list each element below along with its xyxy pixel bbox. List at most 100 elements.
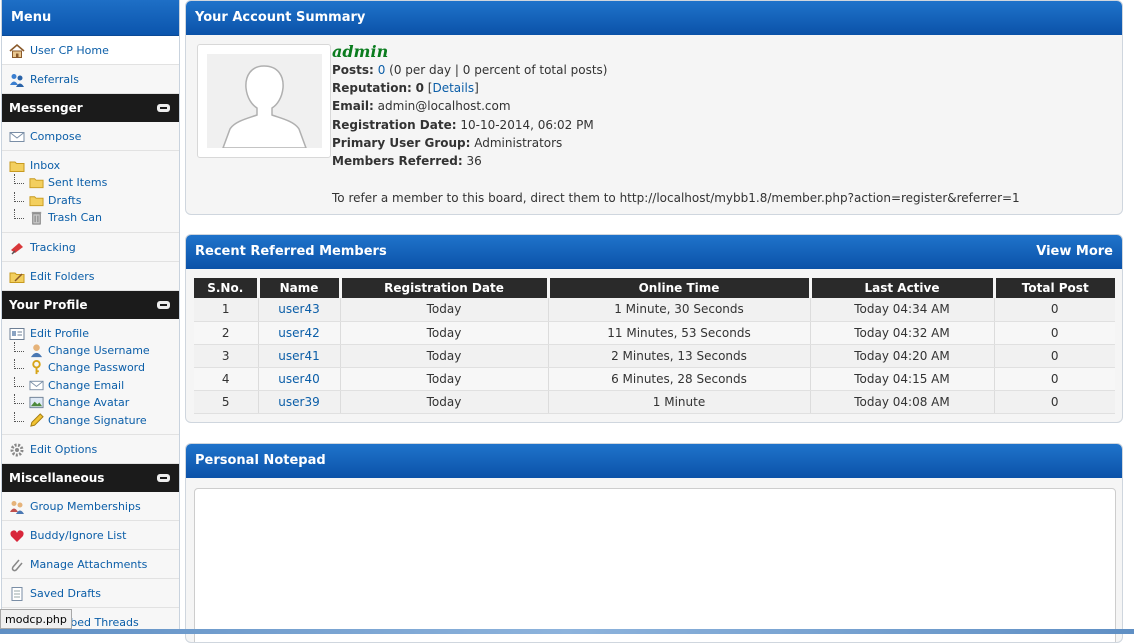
profile-card-icon: [9, 327, 25, 340]
posts-line: Posts: 0 (0 per day | 0 percent of total…: [332, 61, 1114, 79]
sidebar-item-referrals[interactable]: Referrals: [2, 65, 179, 94]
sidebar-item-label: Group Memberships: [30, 500, 141, 513]
table-row: 4 user40 Today 6 Minutes, 28 Seconds Tod…: [194, 367, 1115, 391]
sidebar-item-saved-drafts[interactable]: Saved Drafts: [2, 579, 179, 608]
sidebar-item-edit-folders[interactable]: Edit Folders: [2, 261, 179, 291]
sidebar: Menu User CP Home Referrals Messenger Co…: [1, 0, 180, 634]
avatar: [197, 44, 331, 158]
sidebar-subitem-label: Change Password: [48, 361, 145, 374]
sidebar-group-inbox: Inbox Sent Items Drafts Trash Can: [2, 151, 179, 233]
usergroup-value: Administrators: [474, 135, 563, 150]
sidebar-item-tracking[interactable]: Tracking: [2, 232, 179, 262]
sidebar-subitem-label: Change Avatar: [48, 396, 130, 409]
sidebar-title: Menu: [2, 0, 179, 36]
users-icon: [10, 74, 24, 87]
image-icon: [29, 396, 44, 409]
panel-header: Your Account Summary: [186, 1, 1122, 35]
cell-sno: 1: [194, 298, 259, 322]
folder-icon: [29, 178, 44, 189]
sidebar-item-buddy-ignore-list[interactable]: Buddy/Ignore List: [2, 521, 179, 550]
user-icon: [30, 343, 43, 357]
collapse-icon[interactable]: [157, 474, 170, 482]
default-avatar-icon: [207, 54, 322, 149]
sidebar-item-group-memberships[interactable]: Group Memberships: [2, 492, 179, 521]
cell-sno: 3: [194, 344, 259, 368]
sidebar-item-usercp-home[interactable]: User CP Home: [2, 36, 179, 65]
registration-value: 10-10-2014, 06:02 PM: [460, 117, 594, 132]
cell-online-time: 1 Minute: [548, 390, 811, 414]
sidebar-item-label: Referrals: [30, 73, 79, 86]
cell-regdate: Today: [340, 367, 549, 391]
cell-online-time: 11 Minutes, 53 Seconds: [548, 321, 811, 345]
cell-regdate: Today: [340, 390, 549, 414]
member-name-link[interactable]: user39: [278, 395, 319, 409]
panel-header: Recent Referred Members View More: [186, 235, 1122, 269]
referred-line: Members Referred: 36: [332, 152, 1114, 170]
member-name-link[interactable]: user43: [278, 302, 319, 316]
cell-total-post: 0: [994, 390, 1115, 414]
sidebar-item-label: Edit Options: [30, 443, 98, 456]
view-more-link[interactable]: View More: [1036, 235, 1113, 269]
sidebar-item-change-avatar[interactable]: Change Avatar: [2, 394, 179, 412]
member-name-link[interactable]: user40: [278, 372, 319, 386]
column-header: Last Active: [810, 278, 996, 298]
cell-total-post: 0: [994, 344, 1115, 368]
panel-title: Recent Referred Members: [195, 244, 387, 259]
sidebar-item-compose[interactable]: Compose: [2, 122, 179, 151]
sidebar-item-change-email[interactable]: Change Email: [2, 376, 179, 395]
cell-total-post: 0: [994, 321, 1115, 345]
posts-label: Posts:: [332, 63, 374, 77]
sidebar-item-change-signature[interactable]: Change Signature: [2, 411, 179, 430]
member-name-link[interactable]: user42: [278, 326, 319, 340]
tree-connector: [14, 191, 24, 202]
envelope-icon: [29, 380, 44, 390]
tracking-icon: [11, 242, 23, 255]
referral-instructions: To refer a member to this board, direct …: [332, 191, 1020, 206]
sidebar-item-sent-items[interactable]: Sent Items: [2, 174, 179, 192]
collapse-icon[interactable]: [157, 300, 170, 309]
gear-icon: [10, 443, 24, 457]
sidebar-item-trash-can[interactable]: Trash Can: [2, 209, 179, 227]
table-row: 1 user43 Today 1 Minute, 30 Seconds Toda…: [194, 298, 1115, 322]
cell-last-active: Today 04:32 AM: [810, 321, 995, 345]
collapse-icon[interactable]: [157, 104, 170, 112]
sidebar-subitem-label: Change Email: [48, 378, 125, 392]
email-line: Email: admin@localhost.com: [332, 97, 1114, 115]
column-header: Online Time: [548, 278, 812, 298]
reputation-value: 0: [415, 81, 424, 96]
category-title: Miscellaneous: [9, 471, 105, 485]
table-row: 2 user42 Today 11 Minutes, 53 Seconds To…: [194, 321, 1115, 345]
reputation-details-link[interactable]: Details: [432, 81, 474, 95]
notepad-textarea[interactable]: [194, 488, 1116, 642]
cell-online-time: 2 Minutes, 13 Seconds: [548, 344, 811, 368]
username[interactable]: admin: [332, 42, 1114, 61]
member-name-link[interactable]: user41: [278, 349, 319, 363]
home-icon: [9, 43, 25, 58]
table-row: 5 user39 Today 1 Minute Today 04:08 AM 0: [194, 390, 1115, 414]
sidebar-item-drafts[interactable]: Drafts: [2, 191, 179, 210]
sidebar-item-change-password[interactable]: Change Password: [2, 359, 179, 377]
cell-last-active: Today 04:34 AM: [810, 298, 995, 322]
table-header-row: S.No. Name Registration Date Online Time…: [194, 278, 1115, 298]
sidebar-item-inbox[interactable]: Inbox: [2, 157, 179, 174]
reputation-label: Reputation:: [332, 81, 412, 96]
sidebar-item-manage-attachments[interactable]: Manage Attachments: [2, 550, 179, 579]
sidebar-subitem-label: Change Signature: [48, 413, 147, 427]
account-info: admin Posts: 0 (0 per day | 0 percent of…: [332, 42, 1114, 207]
posts-count-link[interactable]: 0: [378, 63, 386, 77]
panel-title: Personal Notepad: [195, 453, 326, 468]
sidebar-item-change-username[interactable]: Change Username: [2, 341, 179, 360]
email-value: admin@localhost.com: [377, 99, 511, 114]
cell-last-active: Today 04:08 AM: [810, 390, 995, 414]
cell-last-active: Today 04:15 AM: [810, 367, 995, 391]
tree-connector: [14, 394, 24, 404]
tree-connector: [14, 209, 24, 219]
usergroup-label: Primary User Group:: [332, 135, 471, 150]
document-icon: [11, 587, 23, 601]
sidebar-item-edit-profile[interactable]: Edit Profile: [2, 324, 179, 342]
sidebar-item-edit-options[interactable]: Edit Options: [2, 435, 179, 464]
trash-icon: [31, 211, 42, 225]
sidebar-item-label: Compose: [30, 130, 82, 143]
posts-detail: (0 per day | 0 percent of total posts): [389, 63, 608, 77]
sidebar-item-label: Edit Folders: [30, 269, 95, 283]
